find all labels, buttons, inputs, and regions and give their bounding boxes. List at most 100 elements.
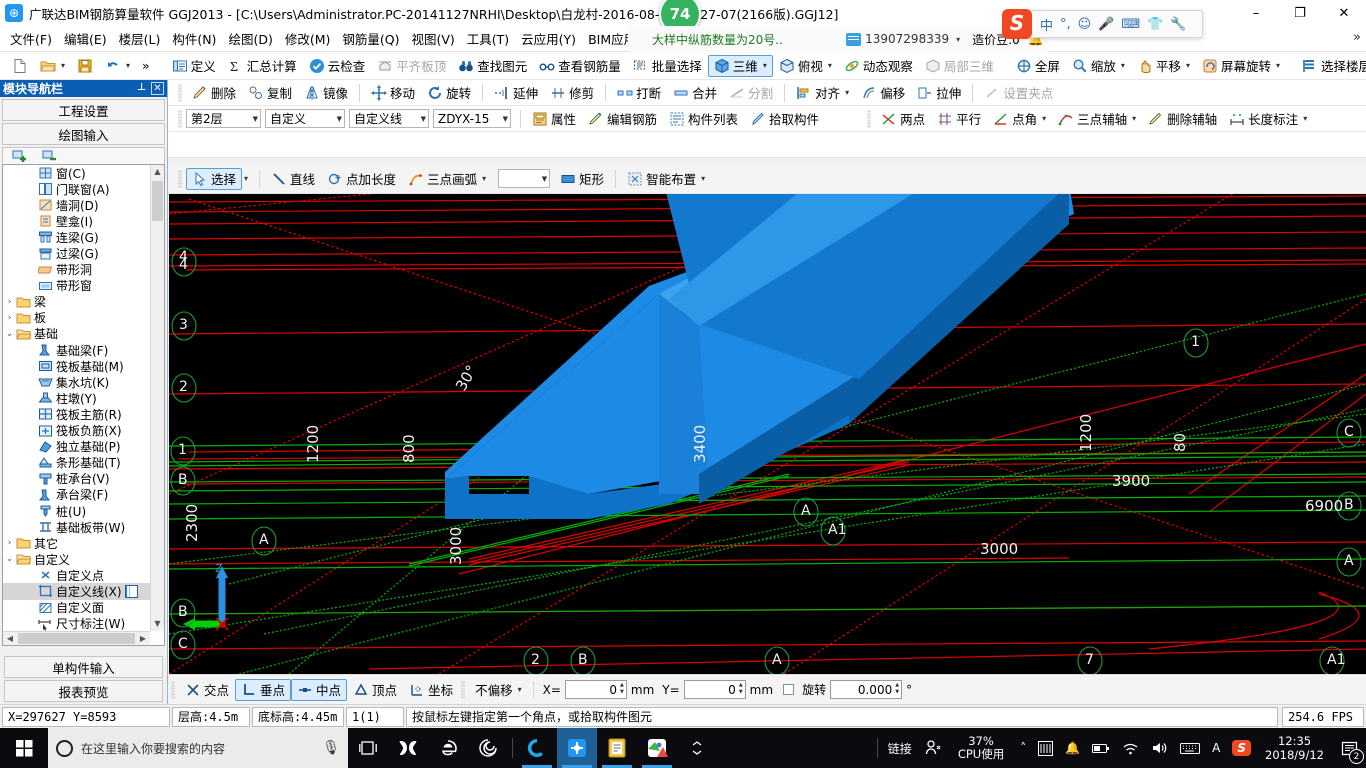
snap-vertex-button[interactable]: 顶点 (347, 679, 403, 701)
cloud-check-button[interactable]: 云检查 (303, 55, 372, 77)
smart-layout-button[interactable]: 智能布置 ▾ (621, 168, 711, 190)
new-file-button[interactable] (6, 55, 34, 77)
merge-button[interactable]: 合并 (667, 82, 723, 104)
tree-item[interactable]: 尺寸标注(W) (3, 616, 150, 631)
save-button[interactable] (71, 55, 99, 77)
tree-item[interactable]: 墙洞(D) (3, 197, 150, 213)
taskbar-overflow-chevrons[interactable] (677, 728, 717, 768)
tree-item[interactable]: 连梁(G) (3, 229, 150, 245)
tray-bell-icon[interactable]: 🔔 (1059, 741, 1086, 755)
open-file-button[interactable]: ▾ (34, 55, 71, 77)
tree-item[interactable]: 筏板主筋(R) (3, 406, 150, 422)
tray-ime-icon[interactable] (1032, 740, 1059, 756)
close-button[interactable]: ✕ (1322, 0, 1366, 26)
ime-punct-button[interactable]: °, (1060, 17, 1071, 32)
screen-rotate-button[interactable]: 屏幕旋转 ▾ (1196, 55, 1286, 77)
tree-item[interactable]: 桩承台(V) (3, 471, 150, 487)
taskbar-app-spiral-icon[interactable] (468, 728, 508, 768)
edit-toolbar-grip[interactable] (178, 83, 182, 102)
tray-language-icon[interactable]: A (1206, 741, 1226, 755)
tree-item[interactable]: 柱墩(Y) (3, 390, 150, 406)
tree-expander-icon[interactable]: ⌄ (3, 329, 16, 339)
snap-toolbar-grip[interactable] (171, 680, 175, 699)
view-rebar-qty-button[interactable]: 查看钢筋量 (533, 55, 627, 77)
pan-chevron-down-icon[interactable]: ▾ (1186, 61, 1190, 70)
sogou-logo-icon[interactable]: S (1002, 9, 1032, 39)
align-chevron-down-icon[interactable]: ▾ (845, 88, 849, 97)
tab-drawing-input[interactable]: 绘图输入 (2, 123, 165, 145)
ime-mode-button[interactable]: 中 (1040, 15, 1053, 34)
taskbar-app-foxmail-icon[interactable] (388, 728, 428, 768)
rotate-button[interactable]: 旋转 (421, 82, 477, 104)
toolbar-overflow-button[interactable]: » (136, 55, 156, 77)
x-spin-down-icon[interactable]: ▼ (620, 689, 624, 697)
panel-close-icon[interactable]: ✕ (151, 82, 164, 95)
tab-report-preview[interactable]: 报表预览 (4, 680, 163, 702)
y-offset-input[interactable]: 0 ▲ ▼ (683, 680, 746, 699)
pick-component-button[interactable]: 拾取构件 (744, 108, 825, 130)
snap-midpoint-button[interactable]: 中点 (291, 678, 348, 701)
edit-rebar-button[interactable]: 编辑钢筋 (582, 108, 663, 130)
taskbar-app-glodon-tool-icon[interactable] (517, 728, 557, 768)
category-select[interactable]: 自定义 ▼ (265, 109, 345, 128)
menu-component[interactable]: 构件(N) (166, 26, 222, 51)
menu-rebar-qty[interactable]: 钢筋量(Q) (336, 26, 405, 51)
menu-cloud-app[interactable]: 云应用(Y) (515, 26, 582, 51)
chevron-down-icon[interactable]: ▼ (416, 115, 426, 123)
tree-item[interactable]: 门联窗(A) (3, 181, 150, 197)
minimize-button[interactable]: – (1234, 0, 1278, 26)
copy-button[interactable]: 复制 (242, 82, 298, 104)
start-button[interactable] (0, 728, 48, 768)
tree-item[interactable]: 自定义点 (3, 567, 150, 583)
tree-item[interactable]: 自定义面 (3, 600, 150, 616)
y-spin-down-icon[interactable]: ▼ (739, 689, 743, 697)
tree-expander-icon[interactable]: › (3, 313, 16, 323)
ime-emoji-icon[interactable]: ☺ (1078, 17, 1092, 32)
taskbar-clock[interactable]: 12:35 2018/9/12 (1257, 734, 1332, 762)
tree-item[interactable]: 承台梁(F) (3, 487, 150, 503)
action-center-button[interactable]: 2 (1332, 728, 1366, 768)
length-dimension-button[interactable]: 长度标注 ▾ (1223, 108, 1313, 130)
rotate-input[interactable]: 0.000 ▲ ▼ (830, 680, 903, 699)
select-tool-button[interactable]: 选择 (186, 167, 243, 190)
offset-mode-select[interactable]: 不偏移 ▾ (469, 679, 528, 701)
chevron-down-icon[interactable]: ▼ (248, 115, 258, 123)
taskbar-app-snipping-icon[interactable] (637, 728, 677, 768)
align-slab-top-button[interactable]: 平齐板顶 (371, 55, 452, 77)
scroll-right-icon[interactable]: ▶ (136, 634, 150, 643)
screen-rotate-chevron-down-icon[interactable]: ▾ (1276, 61, 1280, 70)
offset-chevron-down-icon[interactable]: ▾ (518, 685, 522, 694)
set-grip-button[interactable]: 设置夹点 (978, 82, 1059, 104)
dynamic-observe-button[interactable]: 动态观察 (838, 55, 919, 77)
search-input[interactable]: 在这里输入你要搜索的内容 (81, 740, 314, 757)
delete-button[interactable]: 删除 (186, 82, 242, 104)
tree-horizontal-scrollbar[interactable]: ◀ ▶ (3, 631, 150, 645)
snap-intersection-button[interactable]: 交点 (179, 679, 235, 701)
cortana-icon[interactable] (56, 739, 73, 757)
scroll-up-icon[interactable]: ▲ (151, 165, 164, 179)
menu-overflow-icon[interactable]: » (1353, 30, 1361, 45)
tray-battery-icon[interactable] (1086, 742, 1116, 755)
tree-item[interactable]: ⌄ 基础 (3, 326, 150, 342)
split-button[interactable]: 分割 (723, 82, 779, 104)
tree-expander-icon[interactable]: › (3, 538, 16, 548)
pan-button[interactable]: 平移 ▾ (1131, 55, 1196, 77)
tray-sogou-icon[interactable]: S (1226, 740, 1257, 756)
view-top-chevron-down-icon[interactable]: ▾ (828, 61, 832, 70)
parallel-button[interactable]: 平行 (931, 108, 987, 130)
draw-mode-select[interactable]: ▼ (498, 169, 551, 188)
tree-item[interactable]: › 其它 (3, 535, 150, 551)
tree-expander-icon[interactable]: ⌄ (3, 554, 16, 564)
undo-button[interactable]: ▾ (99, 55, 136, 77)
ime-skin-icon[interactable]: 👕 (1147, 17, 1163, 32)
move-button[interactable]: 移动 (365, 82, 421, 104)
taskbar-app-notepad-icon[interactable] (597, 728, 637, 768)
tree-vertical-scrollbar[interactable]: ▲ ▼ (150, 165, 164, 631)
rot-spin-down-icon[interactable]: ▼ (895, 689, 899, 697)
component-toolbar-grip[interactable] (178, 109, 182, 128)
microphone-icon[interactable]: 🎙 (322, 740, 340, 756)
properties-button[interactable]: 属性 (526, 108, 582, 130)
cad-viewport[interactable]: Z 4 4 3 2 1 B A B C A A1 1 C B A 2 B A 7… (169, 194, 1366, 674)
people-icon[interactable] (918, 739, 948, 757)
tray-link-label[interactable]: 链接 (882, 740, 918, 757)
